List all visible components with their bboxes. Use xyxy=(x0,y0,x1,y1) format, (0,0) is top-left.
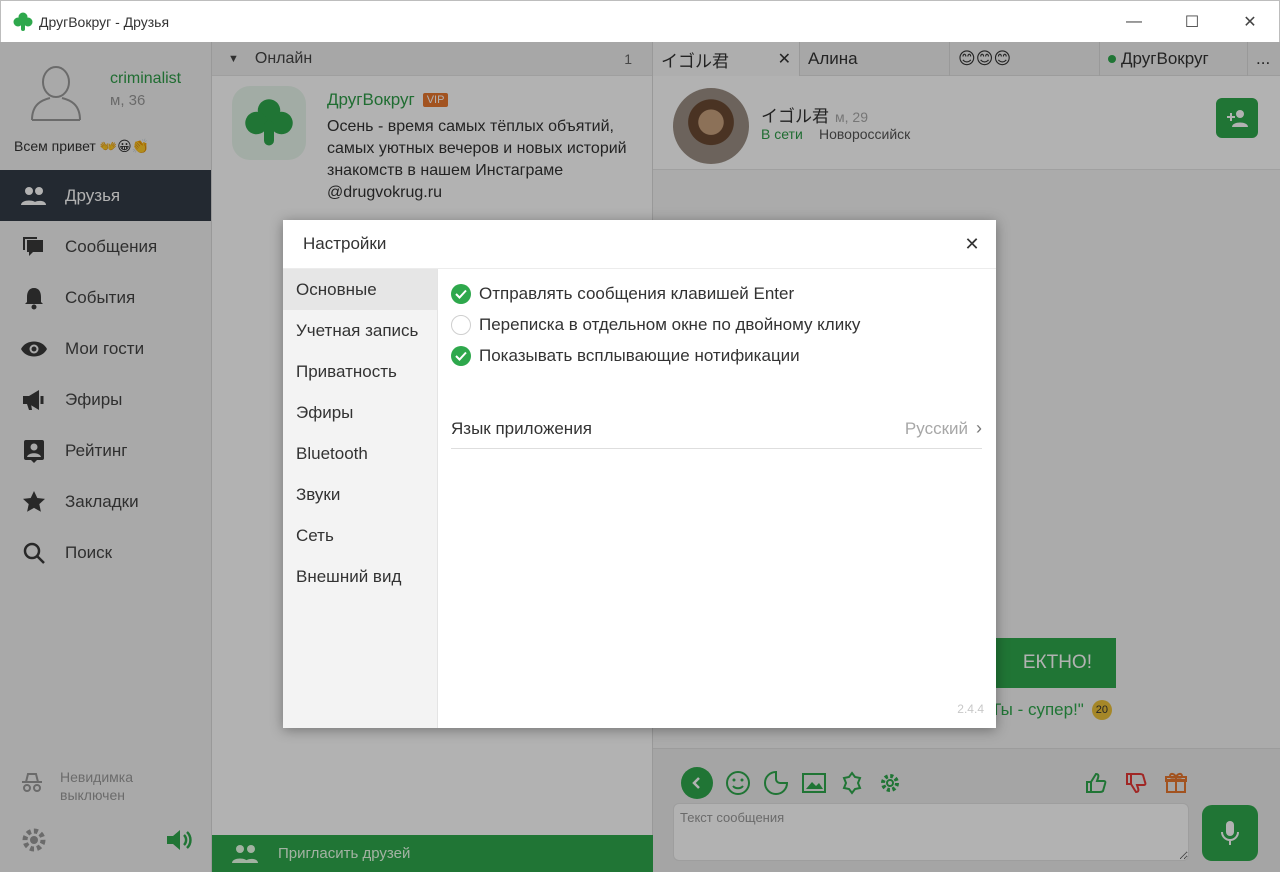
settings-menu-item-7[interactable]: Внешний вид xyxy=(283,556,437,597)
app-logo-icon xyxy=(13,12,33,31)
close-window-button[interactable]: ✕ xyxy=(1221,1,1279,43)
checked-icon[interactable] xyxy=(451,346,471,366)
settings-menu-item-4[interactable]: Bluetooth xyxy=(283,433,437,474)
settings-menu-item-3[interactable]: Эфиры xyxy=(283,392,437,433)
language-value: Русский xyxy=(904,418,968,438)
settings-content: Отправлять сообщения клавишей Enter Пере… xyxy=(438,269,996,728)
settings-menu-item-1[interactable]: Учетная запись xyxy=(283,310,437,351)
minimize-button[interactable]: — xyxy=(1105,1,1163,43)
settings-menu-item-2[interactable]: Приватность xyxy=(283,351,437,392)
language-setting-row[interactable]: Язык приложения Русский › xyxy=(451,409,982,449)
language-label: Язык приложения xyxy=(451,418,592,438)
option-separate-window[interactable]: Переписка в отдельном окне по двойному к… xyxy=(451,315,860,335)
option-label: Показывать всплывающие нотификации xyxy=(479,346,800,365)
window-title: ДругВокруг - Друзья xyxy=(39,13,170,30)
settings-menu: Основные Учетная запись Приватность Эфиры Bl… xyxy=(283,269,438,728)
settings-title: Настройки xyxy=(303,234,387,253)
option-notifications[interactable]: Показывать всплывающие нотификации xyxy=(451,346,800,366)
checked-icon[interactable] xyxy=(451,284,471,304)
unchecked-icon[interactable] xyxy=(451,315,471,335)
settings-menu-item-5[interactable]: Звуки xyxy=(283,474,437,515)
settings-header: Настройки ✕ xyxy=(283,220,996,269)
option-label: Переписка в отдельном окне по двойному к… xyxy=(479,315,861,334)
app-version: 2.4.4 xyxy=(957,702,984,716)
settings-dialog: Настройки ✕ Основные Учетная запись Приват… xyxy=(283,220,996,728)
option-label: Отправлять сообщения клавишей Enter xyxy=(479,284,795,303)
settings-menu-item-0[interactable]: Основные xyxy=(283,269,437,310)
option-send-enter[interactable]: Отправлять сообщения клавишей Enter xyxy=(451,284,794,304)
chevron-right-icon: › xyxy=(976,418,982,438)
window-titlebar: ДругВокруг - Друзья — ☐ ✕ xyxy=(0,0,1280,42)
settings-menu-item-6[interactable]: Сеть xyxy=(283,515,437,556)
close-dialog-icon[interactable]: ✕ xyxy=(962,234,982,254)
maximize-button[interactable]: ☐ xyxy=(1163,1,1221,43)
